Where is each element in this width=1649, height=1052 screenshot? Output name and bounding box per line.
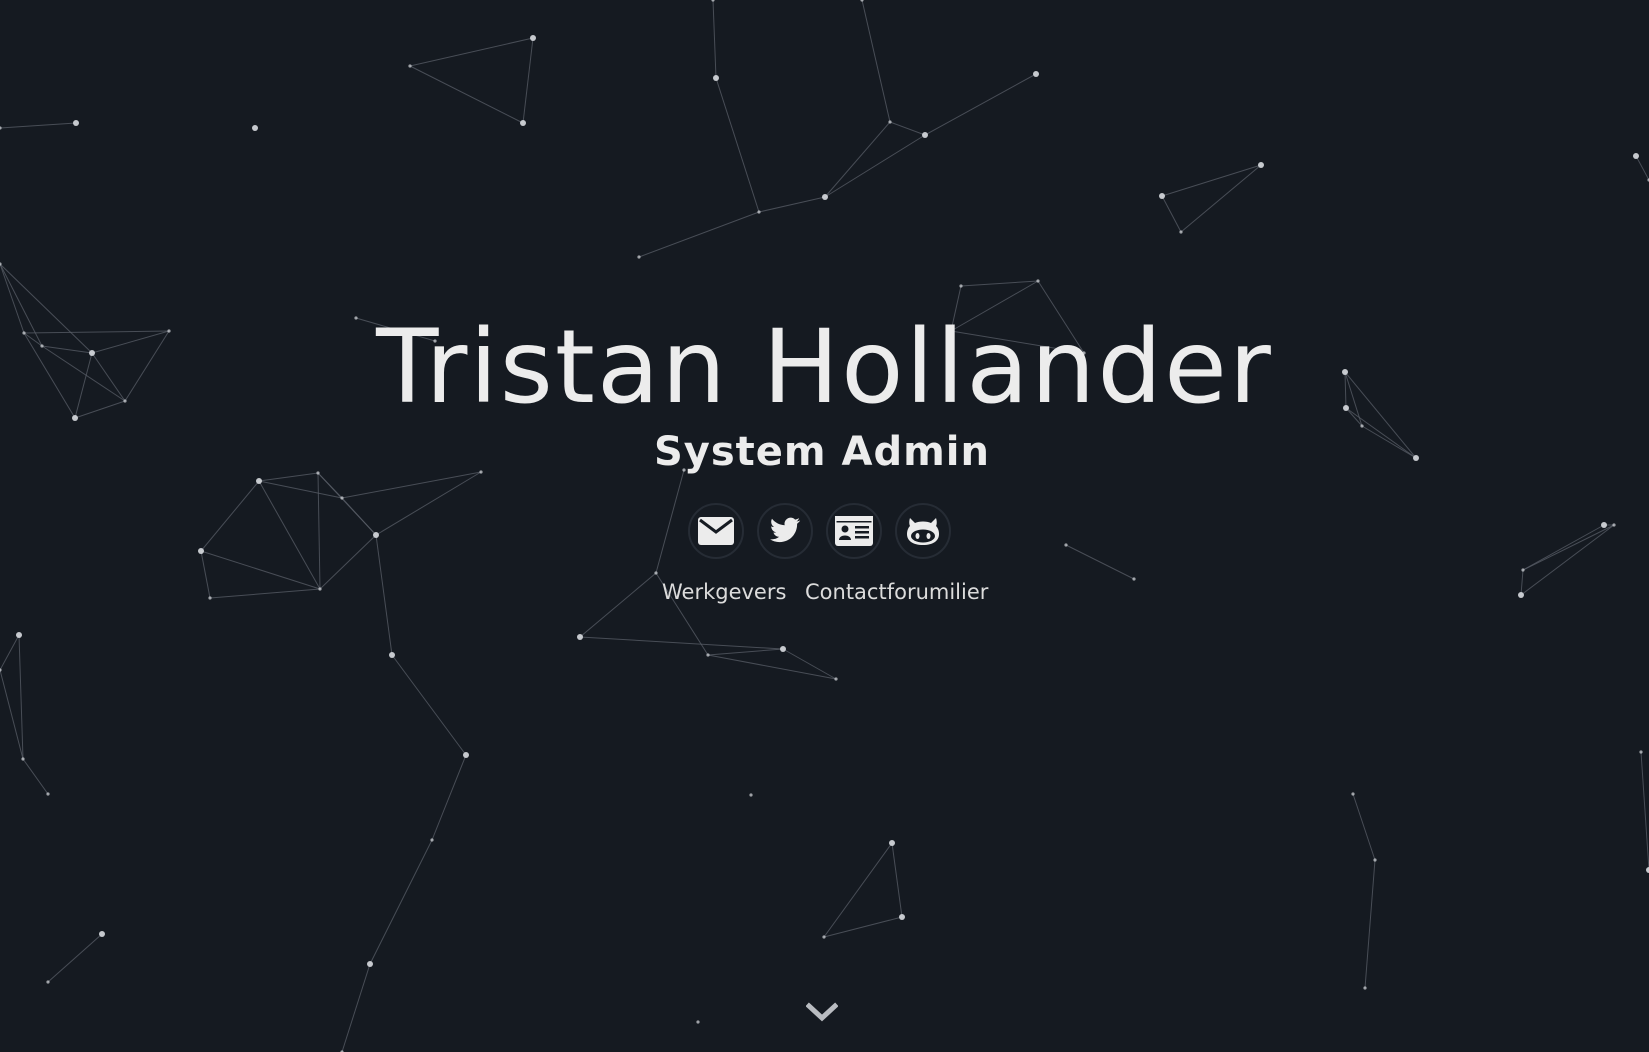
employers-link[interactable]: Werkgevers [662,578,786,606]
hero-section: Tristan Hollander System Admin Werkgever… [0,0,1649,1052]
twitter-button[interactable] [757,503,813,559]
email-button[interactable] [688,503,744,559]
github-octocat-icon [907,518,939,545]
id-card-icon [835,516,873,546]
page-title: Tristan Hollander [376,308,1273,427]
social-links [688,503,968,561]
github-button[interactable] [895,503,951,559]
scroll-down-button[interactable] [805,1002,839,1028]
twitter-bird-icon [770,517,801,543]
hero-background: Tristan Hollander System Admin Werkgever… [0,0,1649,1052]
envelope-icon [698,517,734,545]
contact-form-link[interactable]: Contactforumilier [805,578,988,606]
job-title: System Admin [653,429,990,475]
vcard-button[interactable] [826,503,882,559]
chevron-down-icon [805,1002,839,1022]
